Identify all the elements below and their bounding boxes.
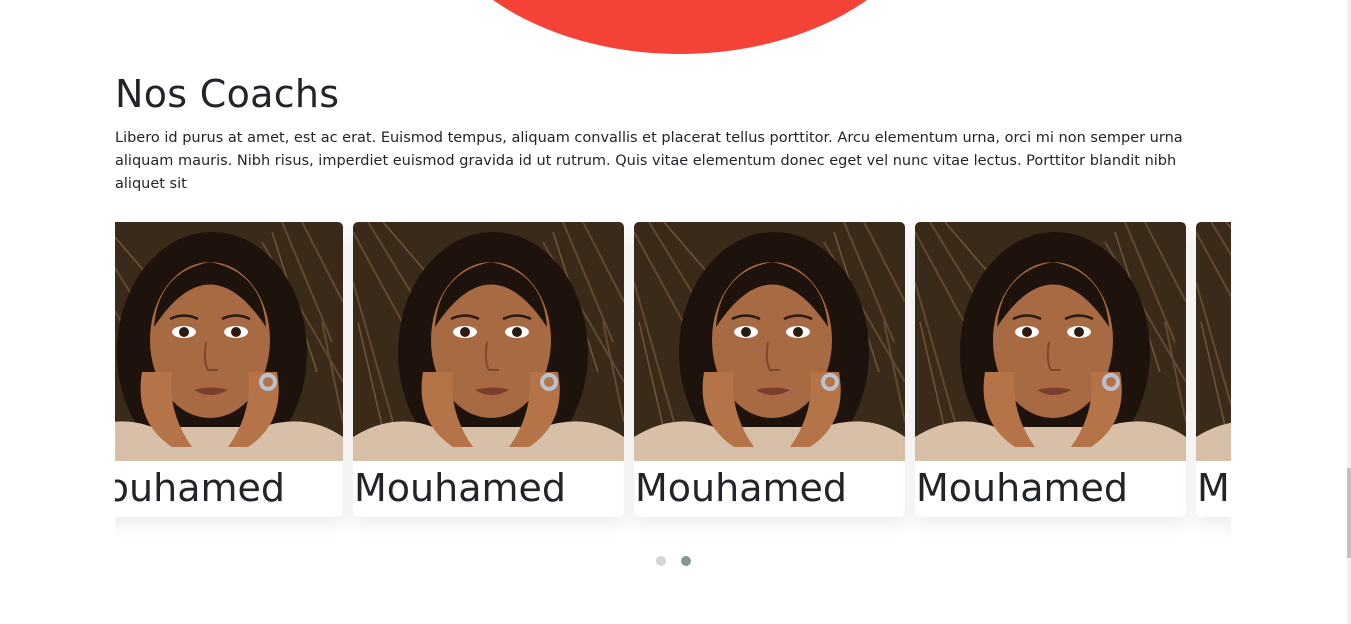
coach-card[interactable]: Mouhamed <box>634 222 905 517</box>
carousel-dot-1[interactable] <box>656 556 666 566</box>
coach-card[interactable]: Mouhamed <box>115 222 343 517</box>
coach-photo <box>634 222 905 461</box>
coach-name: Mouhamed <box>1197 466 1231 510</box>
coach-photo <box>115 222 343 461</box>
coach-photo <box>353 222 624 461</box>
coach-card[interactable]: Mouhamed <box>1196 222 1231 517</box>
page-scrollbar[interactable] <box>1347 0 1351 624</box>
coach-carousel[interactable]: Mouhamed Mouhamed Mouhamed Mouhamed Mouh… <box>115 222 1231 544</box>
coach-name: Mouhamed <box>635 466 848 510</box>
coach-card[interactable]: Mouhamed <box>915 222 1186 517</box>
coach-name: Mouhamed <box>115 466 286 510</box>
coach-photo <box>915 222 1186 461</box>
coach-name: Mouhamed <box>354 466 567 510</box>
coach-name: Mouhamed <box>916 466 1129 510</box>
coach-photo <box>1196 222 1231 461</box>
scrollbar-thumb[interactable] <box>1347 468 1351 558</box>
carousel-pagination <box>656 556 691 566</box>
section-description: Libero id purus at amet, est ac erat. Eu… <box>115 130 1183 192</box>
carousel-track: Mouhamed Mouhamed Mouhamed Mouhamed Mouh… <box>115 222 1231 517</box>
coach-card[interactable]: Mouhamed <box>353 222 624 517</box>
section-title: Nos Coachs <box>115 72 340 116</box>
decorative-red-wave <box>420 0 940 54</box>
carousel-dot-2[interactable] <box>681 556 691 566</box>
